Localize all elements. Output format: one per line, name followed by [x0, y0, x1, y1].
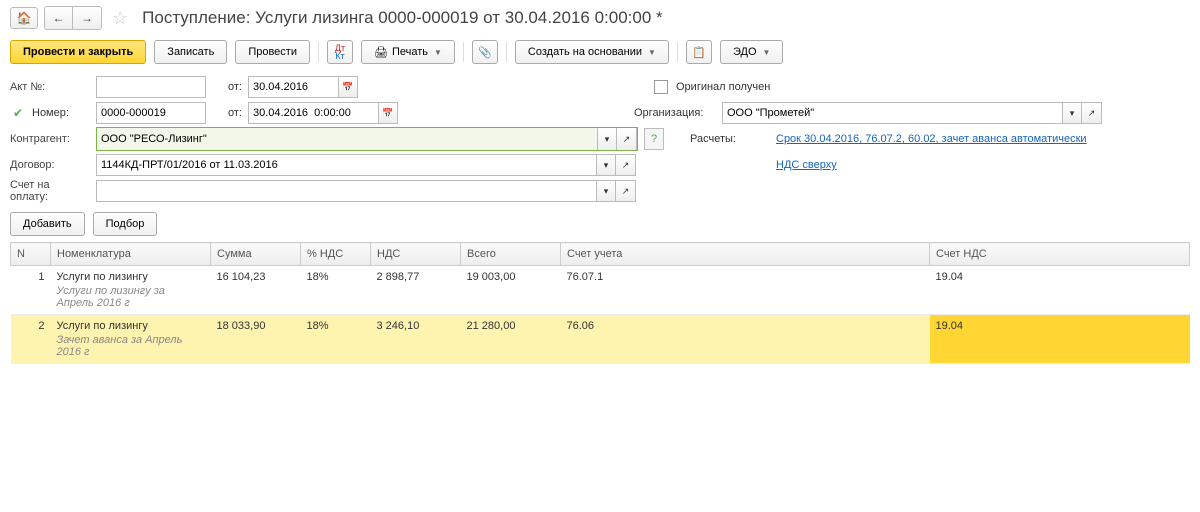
contragent-input[interactable] — [97, 128, 597, 150]
contract-input[interactable] — [96, 154, 596, 176]
page-title: Поступление: Услуги лизинга 0000-000019 … — [142, 8, 663, 28]
edo-list-button[interactable]: 📋 — [686, 40, 712, 64]
status-icon: ✔ — [10, 105, 26, 121]
favorite-icon[interactable]: ☆ — [112, 8, 128, 29]
col-vat[interactable]: НДС — [371, 243, 461, 266]
print-button[interactable]: 🖨 Печать▼ — [361, 40, 455, 64]
create-based-button[interactable]: Создать на основании▼ — [515, 40, 669, 64]
attach-button[interactable]: 📎 — [472, 40, 498, 64]
forward-button[interactable]: → — [73, 7, 101, 29]
doc-date-input[interactable] — [248, 102, 378, 124]
vat-link[interactable]: НДС сверху — [776, 159, 837, 171]
items-table: N Номенклатура Сумма % НДС НДС Всего Сче… — [10, 242, 1190, 364]
dropdown-icon[interactable]: ▾ — [596, 180, 616, 202]
open-icon[interactable]: ↗ — [617, 128, 637, 150]
post-and-close-button[interactable]: Провести и закрыть — [10, 40, 146, 64]
help-button[interactable]: ? — [644, 128, 664, 150]
dropdown-icon[interactable]: ▾ — [597, 128, 617, 150]
original-received-checkbox[interactable] — [654, 80, 668, 94]
invoice-label: Счет на оплату: — [10, 179, 90, 203]
col-account[interactable]: Счет учета — [561, 243, 930, 266]
invoice-input[interactable] — [96, 180, 596, 202]
col-vat-pct[interactable]: % НДС — [301, 243, 371, 266]
col-n[interactable]: N — [11, 243, 51, 266]
org-label: Организация: — [634, 107, 714, 119]
col-nomenclature[interactable]: Номенклатура — [51, 243, 211, 266]
contragent-label: Контрагент: — [10, 133, 90, 145]
doc-from-label: от: — [212, 107, 242, 119]
calc-link[interactable]: Срок 30.04.2016, 76.07.2, 60.02, зачет а… — [776, 133, 1087, 145]
home-button[interactable]: 🏠 — [10, 7, 38, 29]
calendar-icon[interactable]: 📅 — [378, 102, 398, 124]
act-from-label: от: — [212, 81, 242, 93]
calc-label: Расчеты: — [690, 133, 770, 145]
calendar-icon[interactable]: 📅 — [338, 76, 358, 98]
dropdown-icon[interactable]: ▾ — [596, 154, 616, 176]
dropdown-icon[interactable]: ▾ — [1062, 102, 1082, 124]
dtkt-button[interactable]: ДтКт — [327, 40, 353, 64]
act-no-label: Акт №: — [10, 81, 90, 93]
act-no-input[interactable] — [96, 76, 206, 98]
edo-button[interactable]: ЭДО▼ — [720, 40, 783, 64]
post-button[interactable]: Провести — [235, 40, 310, 64]
col-vat-acc[interactable]: Счет НДС — [930, 243, 1190, 266]
back-button[interactable]: ← — [45, 7, 73, 29]
table-row[interactable]: 1 Услуги по лизингуУслуги по лизингу за … — [11, 266, 1190, 315]
select-row-button[interactable]: Подбор — [93, 212, 158, 236]
open-icon[interactable]: ↗ — [1082, 102, 1102, 124]
col-sum[interactable]: Сумма — [211, 243, 301, 266]
number-input[interactable] — [96, 102, 206, 124]
col-total[interactable]: Всего — [461, 243, 561, 266]
number-label: Номер: — [32, 107, 90, 119]
org-input[interactable] — [722, 102, 1062, 124]
save-button[interactable]: Записать — [154, 40, 227, 64]
add-row-button[interactable]: Добавить — [10, 212, 85, 236]
open-icon[interactable]: ↗ — [616, 154, 636, 176]
original-received-label: Оригинал получен — [676, 81, 770, 93]
table-row[interactable]: 2 Услуги по лизингуЗачет аванса за Апрел… — [11, 315, 1190, 364]
contract-label: Договор: — [10, 159, 90, 171]
open-icon[interactable]: ↗ — [616, 180, 636, 202]
act-date-input[interactable] — [248, 76, 338, 98]
